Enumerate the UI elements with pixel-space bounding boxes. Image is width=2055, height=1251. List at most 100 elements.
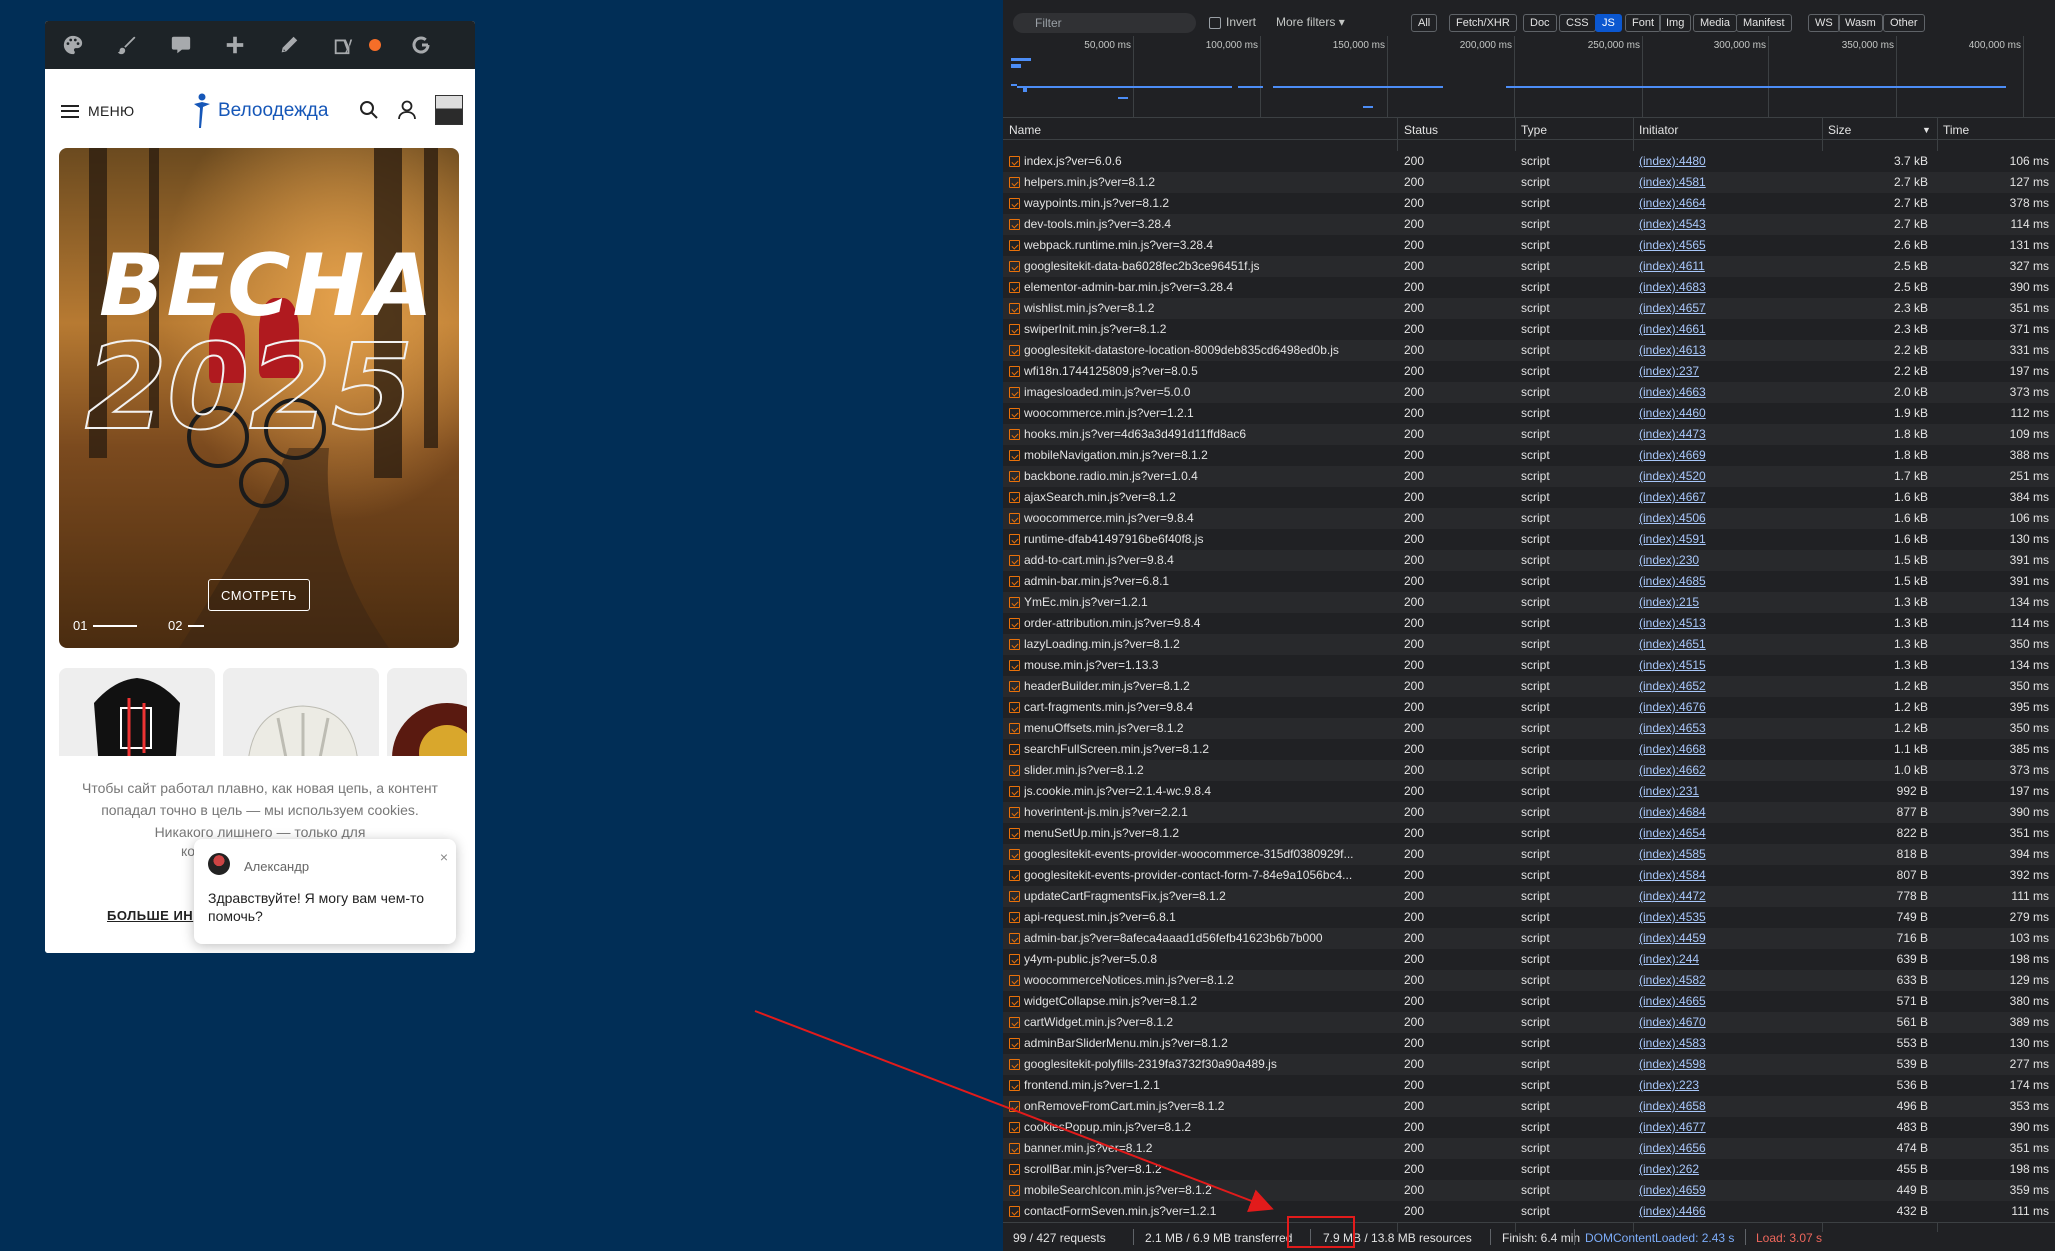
initiator-link[interactable]: (index):4473	[1639, 427, 1779, 441]
table-row[interactable]: wishlist.min.js?ver=8.1.2 200 script (index…	[1003, 298, 2055, 319]
table-row[interactable]: YmEc.min.js?ver=1.2.1 200 script (index):21…	[1003, 592, 2055, 613]
initiator-link[interactable]: (index):4584	[1639, 868, 1779, 882]
initiator-link[interactable]: (index):4583	[1639, 1036, 1779, 1050]
search-icon[interactable]	[359, 100, 379, 120]
table-row[interactable]: contactFormSeven.min.js?ver=1.2.1 200 scri…	[1003, 1201, 2055, 1222]
column-header-type[interactable]: Type	[1521, 123, 1547, 137]
initiator-link[interactable]: (index):4535	[1639, 910, 1779, 924]
filter-chip-media[interactable]: Media	[1693, 14, 1737, 32]
table-row[interactable]: hoverintent-js.min.js?ver=2.2.1 200 script…	[1003, 802, 2055, 823]
product-card-jersey[interactable]	[59, 668, 215, 768]
initiator-link[interactable]: (index):4683	[1639, 280, 1779, 294]
initiator-link[interactable]: (index):4658	[1639, 1099, 1779, 1113]
table-row[interactable]: googlesitekit-events-provider-contact-fo…	[1003, 865, 2055, 886]
table-row[interactable]: ajaxSearch.min.js?ver=8.1.2 200 script (ind…	[1003, 487, 2055, 508]
initiator-link[interactable]: (index):4654	[1639, 826, 1779, 840]
initiator-link[interactable]: (index):4513	[1639, 616, 1779, 630]
initiator-link[interactable]: (index):231	[1639, 784, 1779, 798]
table-row[interactable]: swiperInit.min.js?ver=8.1.2 200 script (ind…	[1003, 319, 2055, 340]
filter-chip-other[interactable]: Other	[1883, 14, 1925, 32]
table-row[interactable]: adminBarSliderMenu.min.js?ver=8.1.2 200 sc…	[1003, 1033, 2055, 1054]
initiator-link[interactable]: (index):4676	[1639, 700, 1779, 714]
table-row[interactable]: y4ym-public.js?ver=5.0.8 200 script (index)…	[1003, 949, 2055, 970]
initiator-link[interactable]: (index):4670	[1639, 1015, 1779, 1029]
initiator-link[interactable]: (index):4506	[1639, 511, 1779, 525]
google-sitekit-icon[interactable]	[407, 31, 435, 59]
initiator-link[interactable]: (index):4520	[1639, 469, 1779, 483]
table-row[interactable]: widgetCollapse.min.js?ver=8.1.2 200 script…	[1003, 991, 2055, 1012]
initiator-link[interactable]: (index):4565	[1639, 238, 1779, 252]
table-row[interactable]: dev-tools.min.js?ver=3.28.4 200 script (ind…	[1003, 214, 2055, 235]
initiator-link[interactable]: (index):244	[1639, 952, 1779, 966]
initiator-link[interactable]: (index):4667	[1639, 490, 1779, 504]
yoast-seo-icon[interactable]	[329, 31, 357, 59]
column-header-status[interactable]: Status	[1404, 123, 1438, 137]
column-header-size[interactable]: Size	[1828, 123, 1851, 137]
table-row[interactable]: index.js?ver=6.0.6 200 script (index):4480 3…	[1003, 151, 2055, 172]
slide-indicator-2[interactable]: 02	[168, 618, 205, 633]
table-row[interactable]: imagesloaded.min.js?ver=5.0.0 200 script (i…	[1003, 382, 2055, 403]
filter-chip-js[interactable]: JS	[1595, 14, 1622, 32]
table-row[interactable]: helpers.min.js?ver=8.1.2 200 script (index)…	[1003, 172, 2055, 193]
initiator-link[interactable]: (index):4613	[1639, 343, 1779, 357]
table-row[interactable]: mobileNavigation.min.js?ver=8.1.2 200 scri…	[1003, 445, 2055, 466]
initiator-link[interactable]: (index):4652	[1639, 679, 1779, 693]
table-row[interactable]: menuOffsets.min.js?ver=8.1.2 200 script (in…	[1003, 718, 2055, 739]
hamburger-menu-icon[interactable]	[61, 104, 79, 118]
site-logo[interactable]: Велоодежда	[190, 93, 328, 129]
initiator-link[interactable]: (index):4472	[1639, 889, 1779, 903]
network-timeline-overview[interactable]: 50,000 ms 100,000 ms 150,000 ms 200,000 ms 2…	[1003, 36, 2055, 118]
filter-chip-doc[interactable]: Doc	[1523, 14, 1557, 32]
filter-input[interactable]: Filter	[1013, 13, 1196, 33]
initiator-link[interactable]: (index):223	[1639, 1078, 1779, 1092]
initiator-link[interactable]: (index):4684	[1639, 805, 1779, 819]
initiator-link[interactable]: (index):4657	[1639, 301, 1779, 315]
initiator-link[interactable]: (index):4685	[1639, 574, 1779, 588]
hero-banner[interactable]: ВЕСНА 2025 СМОТРЕТЬ 01 02	[59, 148, 459, 648]
initiator-link[interactable]: (index):215	[1639, 595, 1779, 609]
initiator-link[interactable]: (index):4543	[1639, 217, 1779, 231]
invert-checkbox[interactable]	[1209, 17, 1221, 29]
initiator-link[interactable]: (index):4581	[1639, 175, 1779, 189]
initiator-link[interactable]: (index):4611	[1639, 259, 1779, 273]
initiator-link[interactable]: (index):4591	[1639, 532, 1779, 546]
chat-close-icon[interactable]: ×	[440, 849, 448, 865]
customize-brush-icon[interactable]	[113, 31, 141, 59]
table-row[interactable]: order-attribution.min.js?ver=9.8.4 200 scr…	[1003, 613, 2055, 634]
table-row[interactable]: webpack.runtime.min.js?ver=3.28.4 200 scri…	[1003, 235, 2055, 256]
slide-indicator-1[interactable]: 01	[73, 618, 138, 633]
dashboard-palette-icon[interactable]	[59, 31, 87, 59]
initiator-link[interactable]: (index):4664	[1639, 196, 1779, 210]
table-row[interactable]: waypoints.min.js?ver=8.1.2 200 script (inde…	[1003, 193, 2055, 214]
table-row[interactable]: mobileSearchIcon.min.js?ver=8.1.2 200 scri…	[1003, 1180, 2055, 1201]
initiator-link[interactable]: (index):4582	[1639, 973, 1779, 987]
initiator-link[interactable]: (index):4659	[1639, 1183, 1779, 1197]
table-row[interactable]: cart-fragments.min.js?ver=9.8.4 200 script…	[1003, 697, 2055, 718]
filter-chip-wasm[interactable]: Wasm	[1838, 14, 1883, 32]
initiator-link[interactable]: (index):4656	[1639, 1141, 1779, 1155]
table-row[interactable]: cookiesPopup.min.js?ver=8.1.2 200 script (i…	[1003, 1117, 2055, 1138]
table-row[interactable]: cartWidget.min.js?ver=8.1.2 200 script (ind…	[1003, 1012, 2055, 1033]
table-row[interactable]: scrollBar.min.js?ver=8.1.2 200 script (inde…	[1003, 1159, 2055, 1180]
menu-label[interactable]: МЕНЮ	[88, 103, 134, 119]
table-row[interactable]: runtime-dfab41497916be6f40f8.js 200 script…	[1003, 529, 2055, 550]
initiator-link[interactable]: (index):4480	[1639, 154, 1779, 168]
initiator-link[interactable]: (index):4663	[1639, 385, 1779, 399]
edit-pencil-icon[interactable]	[275, 31, 303, 59]
table-row[interactable]: mouse.min.js?ver=1.13.3 200 script (index):…	[1003, 655, 2055, 676]
user-avatar[interactable]	[435, 95, 463, 125]
table-row[interactable]: searchFullScreen.min.js?ver=8.1.2 200 scri…	[1003, 739, 2055, 760]
table-row[interactable]: hooks.min.js?ver=4d63a3d491d11ffd8ac6 200…	[1003, 424, 2055, 445]
table-row[interactable]: woocommerce.min.js?ver=1.2.1 200 script (in…	[1003, 403, 2055, 424]
initiator-link[interactable]: (index):237	[1639, 364, 1779, 378]
table-row[interactable]: updateCartFragmentsFix.js?ver=8.1.2 200 sc…	[1003, 886, 2055, 907]
initiator-link[interactable]: (index):4585	[1639, 847, 1779, 861]
table-row[interactable]: googlesitekit-data-ba6028fec2b3ce96451f.…	[1003, 256, 2055, 277]
table-row[interactable]: js.cookie.min.js?ver=2.1.4-wc.9.8.4 200 sc…	[1003, 781, 2055, 802]
initiator-link[interactable]: (index):4668	[1639, 742, 1779, 756]
table-row[interactable]: menuSetUp.min.js?ver=8.1.2 200 script (inde…	[1003, 823, 2055, 844]
initiator-link[interactable]: (index):4460	[1639, 406, 1779, 420]
table-row[interactable]: headerBuilder.min.js?ver=8.1.2 200 script (…	[1003, 676, 2055, 697]
table-row[interactable]: googlesitekit-datastore-location-8009deb…	[1003, 340, 2055, 361]
table-row[interactable]: woocommerce.min.js?ver=9.8.4 200 script (in…	[1003, 508, 2055, 529]
